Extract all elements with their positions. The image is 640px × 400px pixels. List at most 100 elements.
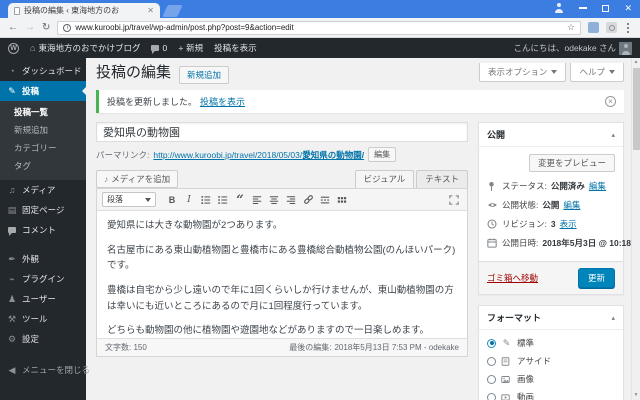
collapse-menu-button[interactable]: ◀ メニューを閉じる: [0, 360, 86, 380]
insert-link-button[interactable]: [300, 192, 316, 207]
sidebar-item-tools[interactable]: ⚒ ツール: [0, 309, 86, 329]
profile-icon[interactable]: [554, 3, 564, 13]
update-button[interactable]: 更新: [578, 268, 615, 288]
browse-revisions-link[interactable]: 表示: [560, 218, 577, 230]
tab-close-icon[interactable]: ✕: [147, 7, 154, 15]
dismiss-notice-icon[interactable]: [605, 96, 616, 107]
wp-logo-menu[interactable]: [8, 43, 19, 54]
maximize-icon[interactable]: [602, 5, 609, 12]
radio-standard[interactable]: [487, 339, 496, 348]
italic-button[interactable]: [181, 192, 197, 207]
address-bar[interactable]: www.kuroobi.jp/travel/wp-admin/post.php?…: [57, 21, 581, 35]
publish-box-header[interactable]: 公開: [479, 123, 623, 147]
bulleted-list-icon: [201, 195, 211, 205]
back-icon[interactable]: ←: [8, 23, 18, 33]
posts-submenu: 投稿一覧 新規追加 カテゴリー タグ: [0, 101, 86, 180]
permalink-link[interactable]: http://www.kuroobi.jp/travel/2018/05/03/…: [153, 149, 364, 161]
toolbar-toggle-button[interactable]: [334, 192, 350, 207]
read-more-button[interactable]: [317, 192, 333, 207]
view-post-notice-link[interactable]: 投稿を表示: [200, 95, 245, 108]
align-right-button[interactable]: [283, 192, 299, 207]
scroll-up-icon[interactable]: [632, 58, 640, 67]
paragraph-format-select[interactable]: 段落: [102, 192, 156, 207]
comments-shortcut[interactable]: 0: [151, 43, 167, 53]
align-left-button[interactable]: [249, 192, 265, 207]
format-option-standard[interactable]: ✎ 標準: [487, 337, 615, 349]
extension-icon-1[interactable]: [588, 22, 599, 33]
reload-icon[interactable]: ↻: [42, 23, 50, 33]
toggle-panel-icon[interactable]: [611, 131, 615, 139]
fullscreen-button[interactable]: [446, 192, 462, 207]
format-option-video[interactable]: 動画: [487, 391, 615, 400]
radio-video[interactable]: [487, 393, 496, 400]
site-name: 東海地方のおでかけブログ: [38, 42, 140, 54]
toggle-panel-icon[interactable]: [611, 314, 615, 322]
site-info-icon[interactable]: [63, 24, 71, 32]
radio-image[interactable]: [487, 375, 496, 384]
submenu-tags[interactable]: タグ: [0, 157, 86, 175]
sidebar-item-posts[interactable]: ✎ 投稿: [0, 81, 86, 101]
extension-icon-2[interactable]: [606, 22, 617, 33]
plus-icon: [178, 43, 183, 53]
post-body-editor[interactable]: 愛知県には大きな動物園が2つあります。 名古屋市にある東山動植物園と豊橋市にある…: [97, 211, 467, 338]
chevron-down-icon: [551, 70, 557, 77]
bold-button[interactable]: [164, 192, 180, 207]
format-option-aside[interactable]: アサイド: [487, 355, 615, 367]
site-link[interactable]: 東海地方のおでかけブログ: [30, 42, 140, 54]
sidebar-item-dashboard[interactable]: ◔ ダッシュボード: [0, 61, 86, 81]
close-icon[interactable]: ✕: [624, 4, 632, 13]
media-icon: ♫: [7, 185, 17, 195]
numbered-list-button[interactable]: [215, 192, 231, 207]
blockquote-button[interactable]: [232, 192, 248, 207]
page-scrollbar[interactable]: [631, 58, 640, 400]
tab-visual-editor[interactable]: ビジュアル: [355, 170, 415, 188]
scroll-down-icon[interactable]: [632, 391, 640, 400]
browser-menu-icon[interactable]: [627, 27, 629, 29]
publish-box: 公開 変更をプレビュー ステータス: 公開済み 編集: [478, 122, 624, 295]
post-title-input[interactable]: [96, 122, 468, 142]
submenu-categories[interactable]: カテゴリー: [0, 139, 86, 157]
new-tab-button[interactable]: [162, 5, 183, 17]
chevron-down-icon: [145, 198, 151, 205]
align-left-icon: [252, 195, 262, 205]
tab-text-editor[interactable]: テキスト: [416, 170, 468, 188]
revisions-clock-icon: [487, 219, 498, 229]
browser-tab[interactable]: 投稿の編集 ‹ 東海地方のお ✕: [8, 3, 160, 18]
sidebar-item-media[interactable]: ♫ メディア: [0, 180, 86, 200]
word-count: 150: [133, 343, 146, 352]
format-box-header[interactable]: フォーマット: [479, 306, 623, 330]
scrollbar-thumb[interactable]: [633, 68, 640, 150]
submenu-add-new[interactable]: 新規追加: [0, 121, 86, 139]
submenu-all-posts[interactable]: 投稿一覧: [0, 103, 86, 121]
edit-visibility-link[interactable]: 編集: [563, 199, 580, 211]
account-menu[interactable]: こんにちは、odekake さん: [514, 42, 633, 55]
editor-statusbar: 文字数: 150 最後の編集: 2018年5月13日 7:53 PM - ode…: [97, 338, 467, 356]
add-new-button[interactable]: 新規追加: [179, 66, 229, 84]
format-option-image[interactable]: 画像: [487, 373, 615, 385]
sidebar-item-pages[interactable]: ▤ 固定ページ: [0, 200, 86, 220]
read-more-icon: [320, 195, 330, 205]
forward-icon[interactable]: →: [25, 23, 35, 33]
sidebar-item-plugins[interactable]: ⌁ プラグイン: [0, 269, 86, 289]
chevron-down-icon: [609, 70, 615, 77]
move-to-trash-link[interactable]: ゴミ箱へ移動: [487, 272, 538, 284]
revisions-row: リビジョン: 3 表示: [487, 218, 615, 230]
bulleted-list-button[interactable]: [198, 192, 214, 207]
sidebar-item-appearance[interactable]: ✒ 外観: [0, 249, 86, 269]
help-button[interactable]: ヘルプ: [570, 63, 624, 82]
add-media-button[interactable]: メディアを追加: [96, 170, 178, 188]
sidebar-item-comments[interactable]: コメント: [0, 220, 86, 240]
radio-aside[interactable]: [487, 357, 496, 366]
align-center-button[interactable]: [266, 192, 282, 207]
bookmark-star-icon[interactable]: [567, 22, 575, 33]
view-post-link[interactable]: 投稿を表示: [214, 42, 257, 54]
edit-permalink-button[interactable]: 編集: [368, 147, 396, 162]
screen-options-button[interactable]: 表示オプション: [479, 63, 567, 82]
new-content-menu[interactable]: 新規: [178, 42, 203, 54]
edit-status-link[interactable]: 編集: [589, 180, 606, 192]
sidebar-item-users[interactable]: ♟ ユーザー: [0, 289, 86, 309]
preview-changes-button[interactable]: 変更をプレビュー: [529, 154, 615, 172]
minimize-icon[interactable]: [579, 7, 587, 9]
sidebar-item-settings[interactable]: ⚙ 設定: [0, 329, 86, 349]
wordpress-logo-icon: [8, 43, 19, 54]
